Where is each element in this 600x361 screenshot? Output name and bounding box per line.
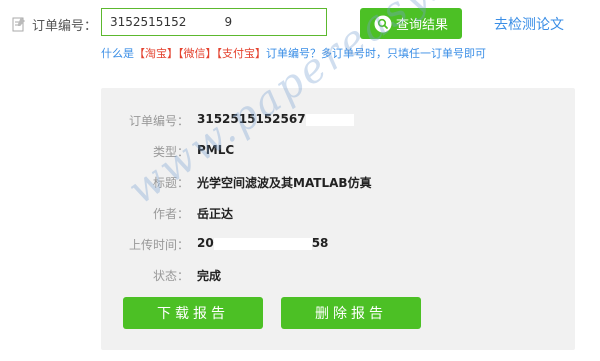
field-upload-time: 上传时间： 20 58: [101, 236, 575, 256]
field-order-number: 订单编号： 3152515152567: [101, 112, 575, 132]
field-status: 状态： 完成: [101, 267, 575, 287]
wechat-link[interactable]: 【微信】: [178, 47, 217, 60]
search-icon: [374, 15, 392, 32]
download-report-button[interactable]: 下载报告: [123, 297, 263, 329]
field-type: 类型： PMLC: [101, 143, 575, 163]
field-key: 上传时间：: [128, 238, 189, 252]
field-title: 标题： 光学空间滤波及其MATLAB仿真: [101, 174, 575, 194]
field-key: 标题：: [152, 176, 189, 190]
field-value: PMLC: [197, 143, 235, 157]
field-key: 作者：: [152, 207, 189, 221]
pencil-document-icon: [12, 17, 25, 32]
field-key: 类型：: [152, 145, 189, 159]
alipay-link[interactable]: 【支付宝】: [217, 47, 267, 60]
field-value: 岳正达: [197, 207, 234, 221]
field-value: 完成: [197, 269, 222, 283]
order-number-input[interactable]: [101, 8, 327, 36]
help-text: 什么是【淘宝】【微信】【支付宝】订单编号？多订单号时，只填任一订单号即可: [101, 45, 486, 61]
taobao-link[interactable]: 【淘宝】: [134, 47, 178, 60]
detect-paper-link[interactable]: 去检测论文: [494, 14, 564, 34]
field-author: 作者： 岳正达: [101, 205, 575, 225]
field-value: 20 58: [197, 236, 329, 250]
field-value: 光学空间滤波及其MATLAB仿真: [197, 176, 372, 190]
redaction: [213, 237, 312, 250]
field-value: 3152515152567: [197, 112, 354, 126]
field-key: 状态：: [152, 269, 189, 283]
report-panel: 订单编号： 3152515152567 类型： PMLC 标题： 光学空间滤波及…: [101, 88, 575, 350]
redaction: [305, 113, 354, 126]
field-key: 订单编号：: [128, 114, 189, 128]
search-bar: 订单编号： 查询结果 去检测论文: [0, 8, 600, 40]
help-suffix: 订单编号？多订单号时，只填任一订单号即可: [266, 47, 486, 60]
help-prefix: 什么是: [101, 47, 134, 60]
query-button-label: 查询结果: [395, 18, 448, 33]
query-button[interactable]: 查询结果: [360, 8, 462, 39]
delete-report-button[interactable]: 删除报告: [281, 297, 421, 329]
order-number-label: 订单编号：: [32, 19, 98, 34]
